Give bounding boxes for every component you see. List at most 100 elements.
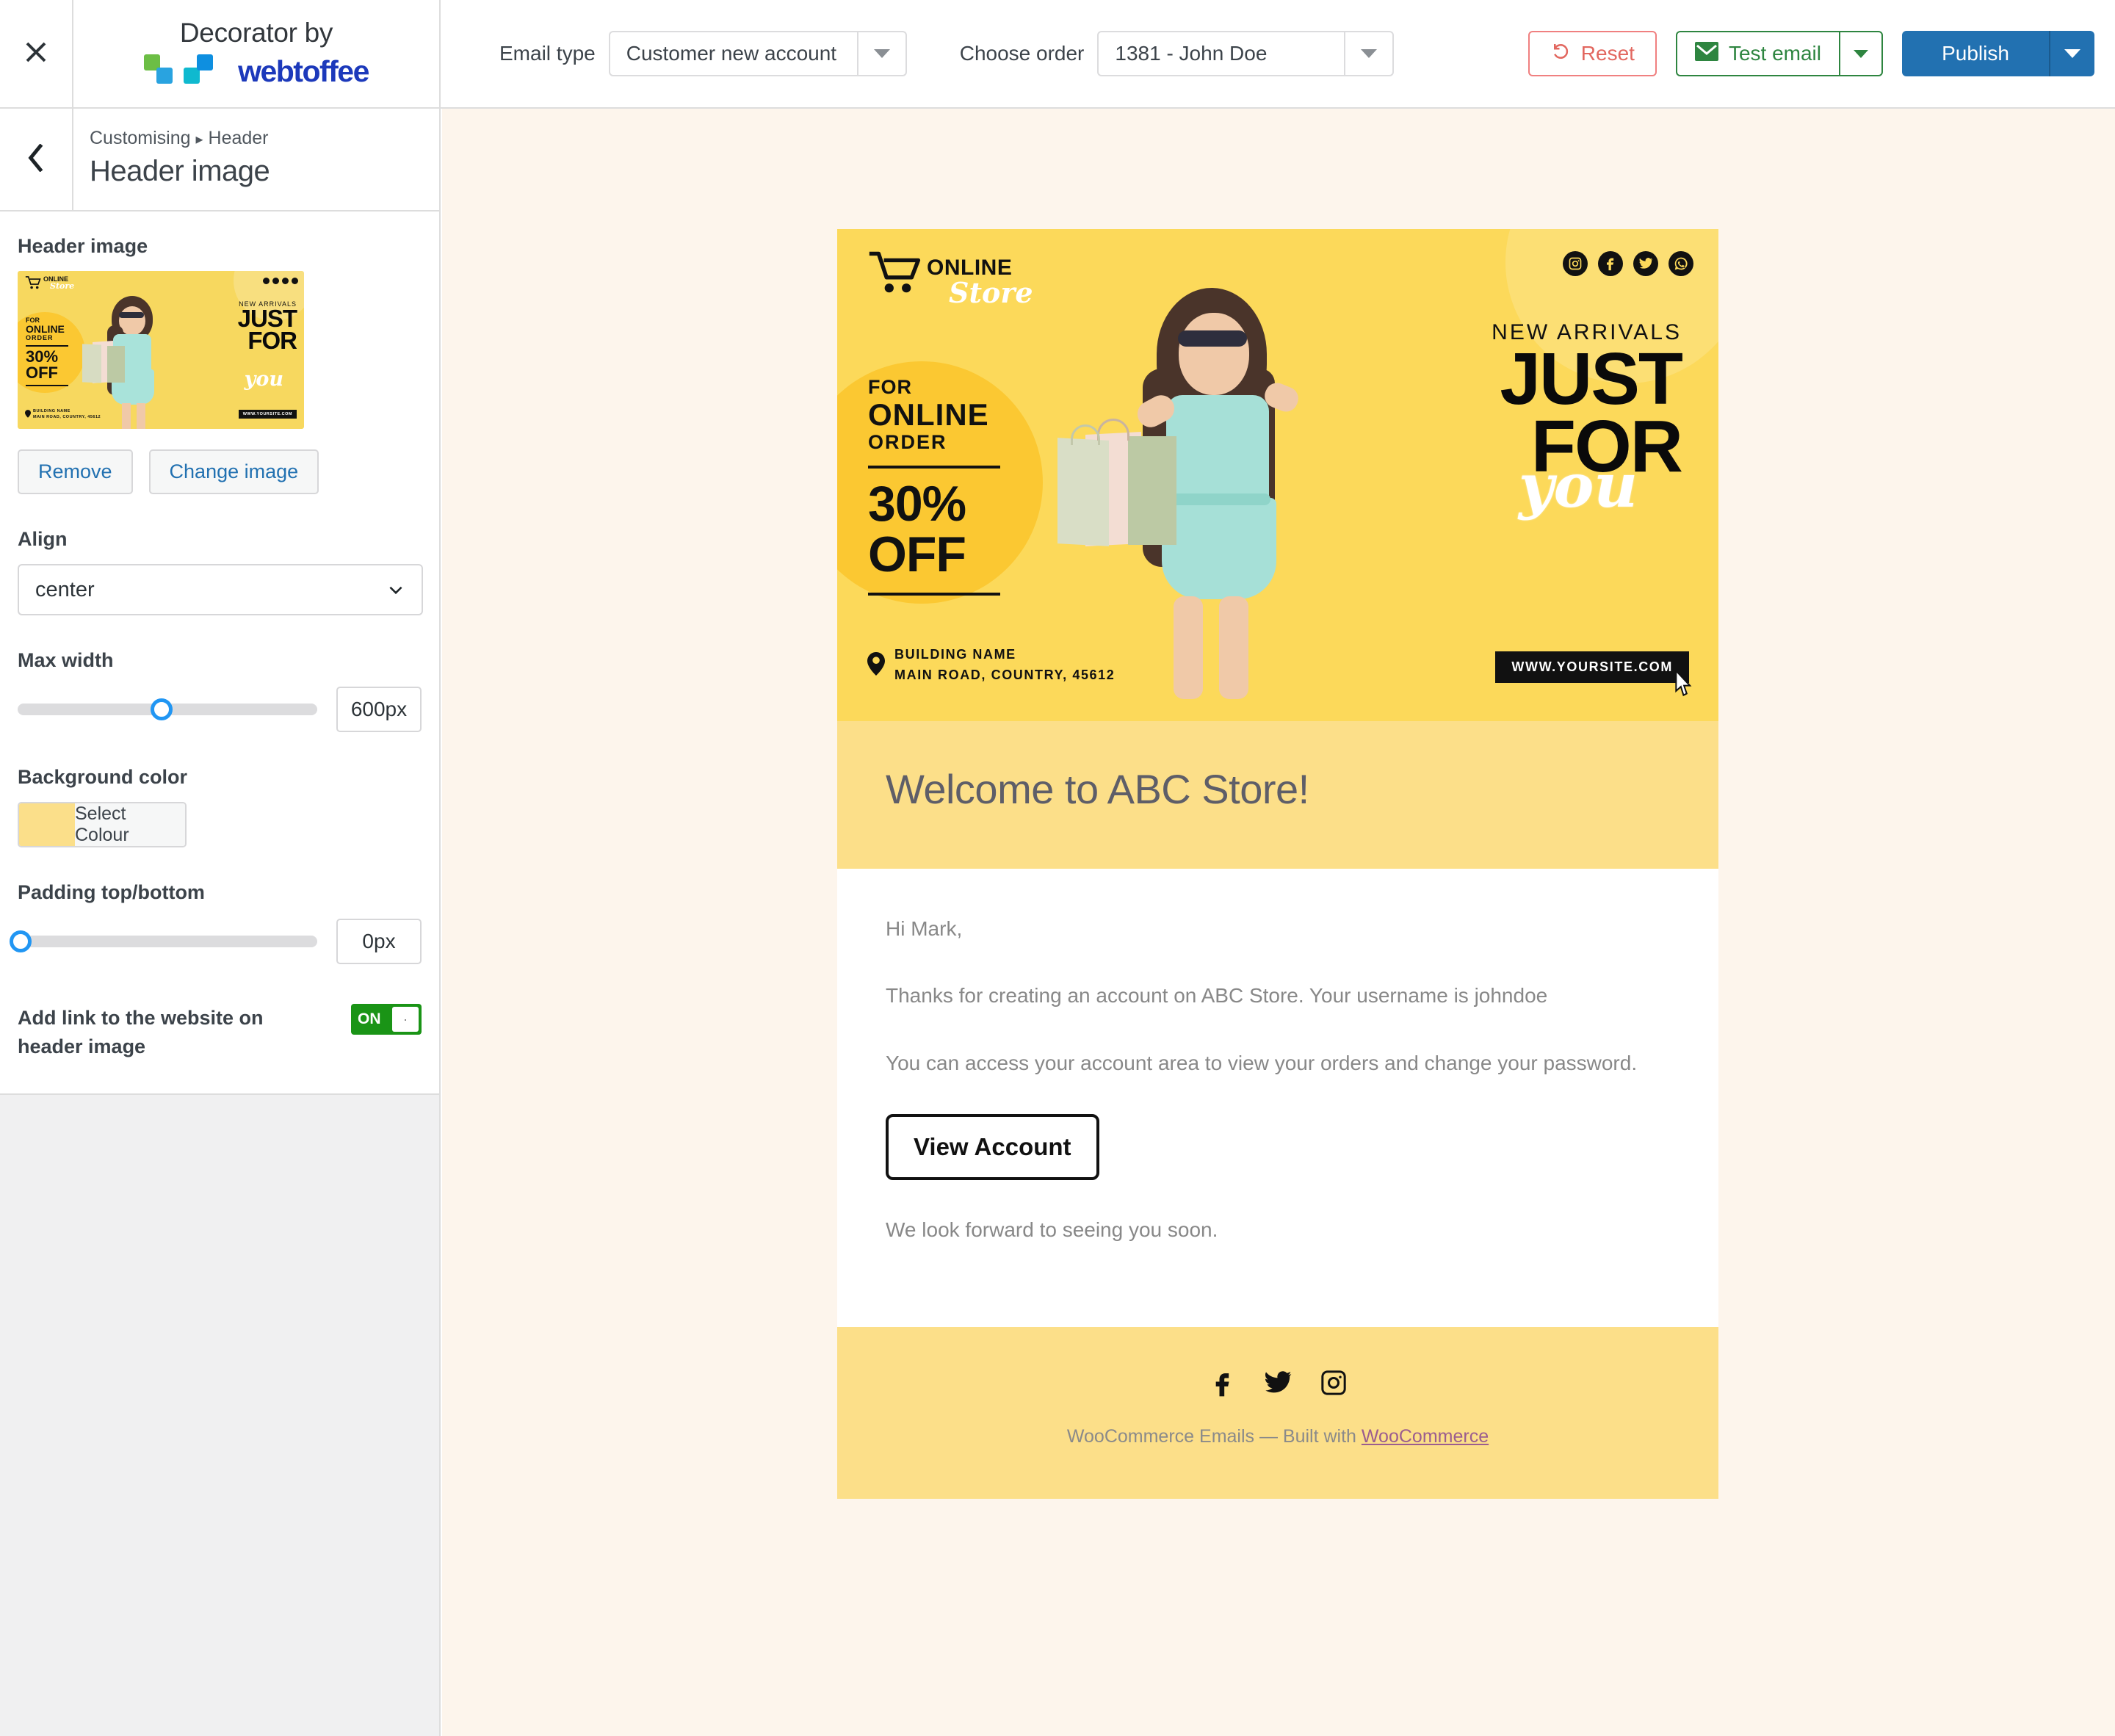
header-image-controls: Header image ONLINE Store FOR ONLINE ORD… <box>0 211 439 1096</box>
background-color-label: Background color <box>18 766 188 788</box>
email-type-label: Email type <box>499 42 596 65</box>
test-email-dropdown-icon[interactable] <box>1839 32 1881 75</box>
footer-social-icons <box>837 1368 1718 1401</box>
view-account-button[interactable]: View Account <box>886 1114 1099 1181</box>
promo-order: ORDER <box>868 431 947 454</box>
breadcrumb-root[interactable]: Customising <box>90 128 191 148</box>
instagram-icon[interactable] <box>1319 1368 1348 1401</box>
add-link-group: Add link to the website on header image … <box>18 1004 422 1061</box>
publish-button[interactable]: Publish <box>1902 31 2049 76</box>
max-width-slider-handle[interactable] <box>150 698 173 720</box>
brand-logo-row: webtoffee <box>144 53 369 90</box>
envelope-icon <box>1694 41 1718 66</box>
header-image-label: Header image <box>18 235 148 257</box>
chevron-down-icon <box>386 580 405 599</box>
address-block: BUILDING NAME MAIN ROAD, COUNTRY, 45612 <box>867 645 1115 686</box>
banner-social-icons <box>1563 251 1693 276</box>
facebook-icon[interactable] <box>1598 251 1623 276</box>
color-swatch <box>19 803 75 846</box>
chevron-left-icon <box>25 142 47 176</box>
choose-order-value: 1381 - John Doe <box>1115 42 1268 65</box>
max-width-value[interactable]: 600px <box>336 687 422 732</box>
email-greeting: Hi Mark, <box>886 917 963 940</box>
top-toolbar: Decorator by webtoffee Email type Custom… <box>0 0 2115 109</box>
email-paragraph-3: We look forward to seeing you soon. <box>886 1218 1218 1242</box>
woocommerce-link[interactable]: WooCommerce <box>1362 1426 1489 1447</box>
padding-value[interactable]: 0px <box>336 919 422 964</box>
padding-slider[interactable] <box>10 930 317 952</box>
email-type-select[interactable]: Customer new account <box>608 31 907 76</box>
test-email-label: Test email <box>1728 42 1821 65</box>
email-body: Hi Mark, Thanks for creating an account … <box>837 869 1718 1327</box>
brand-name: webtoffee <box>238 54 369 88</box>
max-width-group: Max width 600px <box>18 649 422 732</box>
email-paragraph-2: You can access your account area to view… <box>886 1051 1638 1074</box>
footer-credit-text: WooCommerce Emails — Built with <box>1066 1425 1362 1447</box>
padding-slider-handle[interactable] <box>10 930 32 952</box>
background-color-group: Background color Select Colour <box>18 766 422 847</box>
breadcrumb: Customising ▸ Header <box>90 128 270 149</box>
email-heading: Welcome to ABC Store! <box>886 766 1309 812</box>
email-type-group: Email type Customer new account <box>499 31 907 76</box>
select-colour-button[interactable]: Select Colour <box>75 803 185 846</box>
align-group: Align center <box>18 528 423 615</box>
align-select[interactable]: center <box>18 564 423 615</box>
twitter-icon[interactable] <box>1633 251 1658 276</box>
choose-order-select[interactable]: 1381 - John Doe <box>1097 31 1395 76</box>
model-illustration <box>1058 288 1344 699</box>
footer-credit: WooCommerce Emails — Built with WooComme… <box>837 1426 1718 1447</box>
align-label: Align <box>18 528 68 550</box>
breadcrumb-current[interactable]: Header <box>209 128 269 148</box>
customizer-sidebar: Customising ▸ Header Header image Header… <box>0 109 441 1736</box>
promo-off: OFF <box>868 527 966 583</box>
padding-group: Padding top/bottom 0px <box>10 881 422 964</box>
close-customizer-button[interactable] <box>0 0 73 107</box>
test-email-button[interactable]: Test email <box>1677 32 1839 75</box>
align-value: center <box>35 577 95 601</box>
promo-percent: 30% <box>868 476 966 532</box>
instagram-icon[interactable] <box>1563 251 1588 276</box>
email-paragraph-1: Thanks for creating an account on ABC St… <box>886 984 1548 1008</box>
add-link-label: Add link to the website on header image <box>18 1007 264 1058</box>
brand-block: Decorator by webtoffee <box>73 0 441 107</box>
breadcrumb-separator-icon: ▸ <box>195 131 203 148</box>
max-width-slider[interactable] <box>18 698 317 720</box>
location-pin-icon <box>867 651 886 679</box>
facebook-icon[interactable] <box>1207 1368 1237 1401</box>
headline-just: JUST <box>1500 338 1683 420</box>
choose-order-label: Choose order <box>959 42 1085 65</box>
toggle-state-label: ON <box>358 1010 381 1027</box>
brand-title: Decorator by <box>179 18 333 48</box>
website-url-badge[interactable]: WWW.YOURSITE.COM <box>1495 651 1689 683</box>
store-logo: ONLINE Store <box>868 250 1033 309</box>
header-image-thumbnail[interactable]: ONLINE Store FOR ONLINE ORDER 30% OFF NE… <box>18 271 304 429</box>
divider <box>868 466 1000 469</box>
chevron-down-icon[interactable] <box>856 32 905 75</box>
max-width-label: Max width <box>18 649 114 671</box>
add-link-toggle[interactable]: ON · <box>351 1004 422 1035</box>
building-name: BUILDING NAME <box>894 647 1016 662</box>
twitter-icon[interactable] <box>1263 1368 1292 1401</box>
reset-label: Reset <box>1580 42 1635 65</box>
promo-for: FOR <box>868 376 912 398</box>
webtoffee-logo-icon <box>144 53 228 90</box>
padding-label: Padding top/bottom <box>18 881 205 903</box>
email-preview-canvas: ONLINE Store FOR ONLINE ORDER 30% OFF NE… <box>442 109 2115 1736</box>
divider <box>868 593 1000 596</box>
back-button[interactable] <box>0 109 73 210</box>
test-email-group: Test email <box>1675 31 1883 76</box>
shopping-cart-icon <box>868 250 921 295</box>
publish-group: Publish <box>1902 31 2094 76</box>
reset-icon <box>1550 40 1572 68</box>
logo-store-text: Store <box>949 276 1033 309</box>
choose-order-group: Choose order 1381 - John Doe <box>960 31 1395 76</box>
reset-button[interactable]: Reset <box>1528 31 1657 76</box>
whatsapp-icon[interactable] <box>1668 251 1693 276</box>
email-header-image[interactable]: ONLINE Store FOR ONLINE ORDER 30% OFF NE… <box>837 229 1718 721</box>
publish-dropdown-icon[interactable] <box>2049 31 2094 76</box>
close-icon <box>23 39 49 69</box>
background-color-picker[interactable]: Select Colour <box>18 802 187 847</box>
chevron-down-icon[interactable] <box>1344 32 1392 75</box>
change-image-button[interactable]: Change image <box>148 449 319 494</box>
remove-image-button[interactable]: Remove <box>18 449 133 494</box>
